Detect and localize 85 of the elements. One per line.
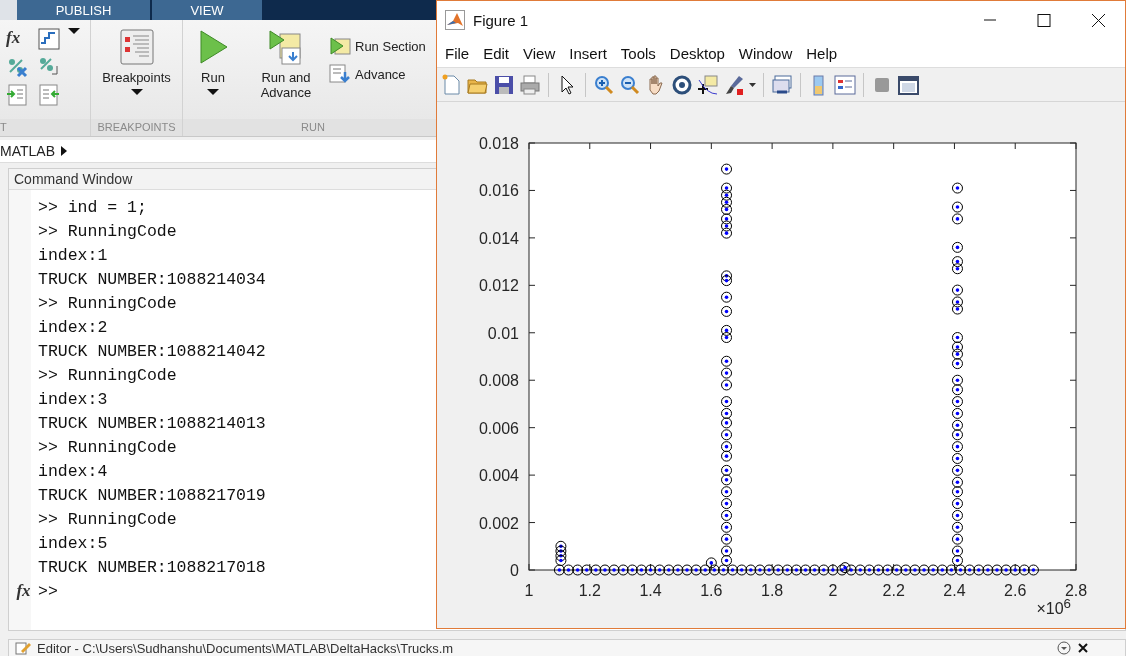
caret-icon[interactable] <box>68 28 80 34</box>
tick-label: 0.018 <box>478 135 519 152</box>
console-line: >> RunningCode <box>38 365 177 385</box>
run-section-icon <box>329 36 351 56</box>
tick-label: 0.01 <box>487 324 519 342</box>
tick-label: 1.2 <box>578 582 601 596</box>
console-line: >> RunningCode <box>38 293 177 313</box>
percent-icon[interactable] <box>6 56 28 78</box>
tick-label: 2.6 <box>1004 582 1027 596</box>
console-line: TRUCK NUMBER:1088214034 <box>38 269 266 289</box>
ribbon-button[interactable]: Run Section <box>329 36 426 56</box>
app-icon <box>445 10 465 30</box>
tick-label: 2.4 <box>943 582 966 596</box>
tick-label: 2 <box>828 582 838 596</box>
console-line: >> RunningCode <box>38 437 177 457</box>
indent-icon[interactable] <box>6 84 28 106</box>
menu-item[interactable]: File <box>438 44 477 62</box>
data-cursor-icon[interactable] <box>697 73 719 96</box>
function-glyph[interactable]: fx <box>16 581 31 601</box>
tick-label: 1.6 <box>700 582 723 596</box>
menu-item[interactable]: Window <box>731 44 800 62</box>
tick-label: 0.012 <box>478 277 519 295</box>
tick-label: 1.8 <box>761 582 784 596</box>
console-line: index:1 <box>38 245 108 265</box>
printer-icon[interactable] <box>519 73 541 96</box>
console-line: index:2 <box>38 317 108 337</box>
dropdown-icon[interactable] <box>1057 641 1071 655</box>
section-label: BREAKPOINTS <box>91 119 182 136</box>
section-label: T <box>0 119 90 136</box>
close-icon <box>1090 13 1106 27</box>
tick-label: 1 <box>524 582 534 596</box>
zoom-in-icon[interactable] <box>593 73 615 96</box>
panel-title: Editor - C:\Users\Sudhanshu\Documents\MATLAB\DeltaHacks\Trucks.m <box>37 640 455 656</box>
function-glyph[interactable]: fx <box>6 28 38 50</box>
ribbon-tab[interactable]: VIEW <box>152 0 262 20</box>
tick-label: 0.006 <box>478 419 519 437</box>
window-title: Figure 1 <box>473 11 530 29</box>
tab-strip <box>0 0 17 20</box>
console-line: index:3 <box>38 389 108 409</box>
menu-item[interactable]: Tools <box>613 44 663 62</box>
console-line: index:5 <box>38 533 108 553</box>
outdent-icon[interactable] <box>38 84 60 106</box>
ribbon-button[interactable]: Breakpoints <box>98 28 175 95</box>
tick-label: 1.4 <box>639 582 662 596</box>
close-icon[interactable] <box>1077 642 1089 654</box>
run-advance-icon <box>268 28 304 66</box>
save-icon[interactable] <box>493 73 515 96</box>
console-line: >> RunningCode <box>38 221 177 241</box>
caret-icon[interactable] <box>61 146 67 156</box>
caret-icon[interactable] <box>749 82 756 87</box>
console-line: TRUCK NUMBER:1088214042 <box>38 341 266 361</box>
window-icon[interactable] <box>897 73 919 96</box>
advance-icon <box>329 64 351 84</box>
tick-label: 0.014 <box>478 229 519 247</box>
brush-icon[interactable] <box>723 73 745 96</box>
console-line: TRUCK NUMBER:1088217018 <box>38 557 266 577</box>
tick-label: 2.2 <box>882 582 905 596</box>
tick-label: 0 <box>510 562 519 579</box>
ribbon-tab[interactable]: PUBLISH <box>17 0 150 20</box>
menu-item[interactable]: View <box>516 44 563 62</box>
tick-label: 2.8 <box>1064 582 1088 596</box>
link-icon[interactable] <box>771 73 793 96</box>
tick-label: 0.002 <box>478 514 519 532</box>
tick-label: 0.008 <box>478 372 519 390</box>
console-line: >> RunningCode <box>38 509 177 529</box>
console-line: TRUCK NUMBER:1088217019 <box>38 485 266 505</box>
menu-item[interactable]: Desktop <box>662 44 732 62</box>
path-segment[interactable]: MATLAB <box>0 143 55 159</box>
console-line: index:4 <box>38 461 108 481</box>
zoom-out-icon[interactable] <box>619 73 641 96</box>
console-line: >> <box>38 581 58 601</box>
axis-exponent: ×10$^{6}$ <box>1036 596 1071 619</box>
menu-item[interactable]: Edit <box>476 44 517 62</box>
function-icon[interactable] <box>38 28 60 50</box>
tick-label: 0.004 <box>478 467 519 485</box>
menu-item[interactable]: Insert <box>562 44 614 62</box>
breakpoint-list-icon <box>118 28 155 66</box>
menu-item[interactable]: Help <box>799 44 845 62</box>
console-line: TRUCK NUMBER:1088214013 <box>38 413 266 433</box>
console-line: >> ind = 1; <box>38 197 147 217</box>
maximize-icon <box>1036 13 1052 27</box>
ribbon-button[interactable]: Run and Advance <box>247 28 325 100</box>
legend-icon[interactable] <box>834 73 856 96</box>
ribbon-button[interactable]: Advance <box>329 64 426 84</box>
ribbon-button[interactable]: Run <box>183 28 243 95</box>
